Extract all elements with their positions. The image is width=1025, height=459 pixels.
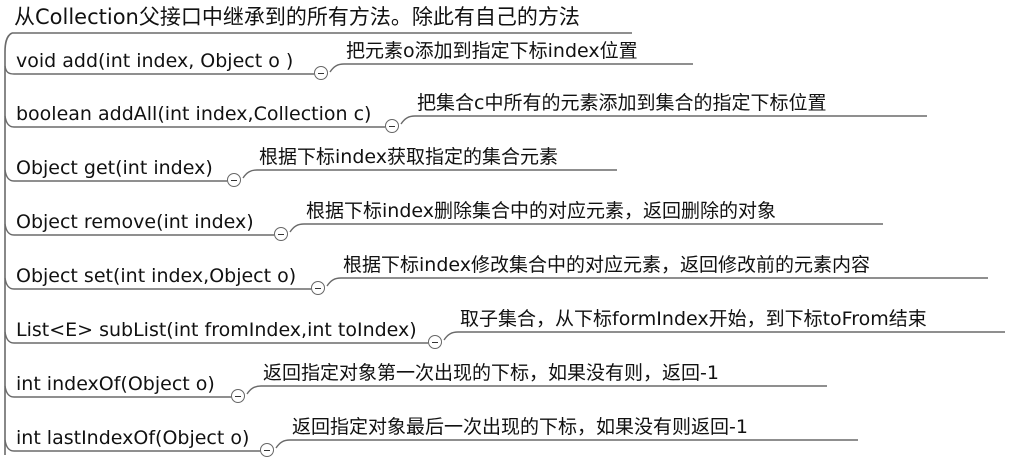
collapse-minus-icon[interactable] [428,335,442,349]
method-description-get: 根据下标index获取指定的集合元素 [259,146,558,168]
method-node-remove[interactable]: Object remove(int index) [16,210,254,234]
method-node-sublist[interactable]: List<E> subList(int fromIndex,int toInde… [16,318,417,342]
method-node-addall[interactable]: boolean addAll(int index,Collection c) [16,102,371,126]
method-node-get[interactable]: Object get(int index) [16,156,213,180]
collapse-minus-icon[interactable] [227,173,241,187]
collapse-minus-icon[interactable] [311,281,325,295]
collapse-minus-icon[interactable] [274,227,288,241]
collapse-minus-icon[interactable] [231,389,245,403]
method-node-add[interactable]: void add(int index, Object o ) [16,49,293,73]
collapse-minus-icon[interactable] [314,66,328,80]
method-description-addall: 把集合c中所有的元素添加到集合的指定下标位置 [417,92,827,114]
method-description-sublist: 取子集合，从下标formIndex开始，到下标toFrom结束 [460,308,927,330]
method-description-indexof: 返回指定对象第一次出现的下标，如果没有则，返回-1 [263,362,719,384]
collapse-minus-icon[interactable] [385,119,399,133]
collapse-minus-icon[interactable] [260,443,274,457]
method-node-lastindexof[interactable]: int lastIndexOf(Object o) [16,426,249,450]
method-node-set[interactable]: Object set(int index,Object o) [16,264,296,288]
method-description-lastindexof: 返回指定对象最后一次出现的下标，如果没有则返回-1 [292,416,748,438]
method-description-remove: 根据下标index删除集合中的对应元素，返回删除的对象 [306,200,776,222]
method-node-indexof[interactable]: int indexOf(Object o) [16,372,215,396]
method-description-set: 根据下标index修改集合中的对应元素，返回修改前的元素内容 [343,254,870,276]
method-description-add: 把元素o添加到指定下标index位置 [346,40,638,62]
